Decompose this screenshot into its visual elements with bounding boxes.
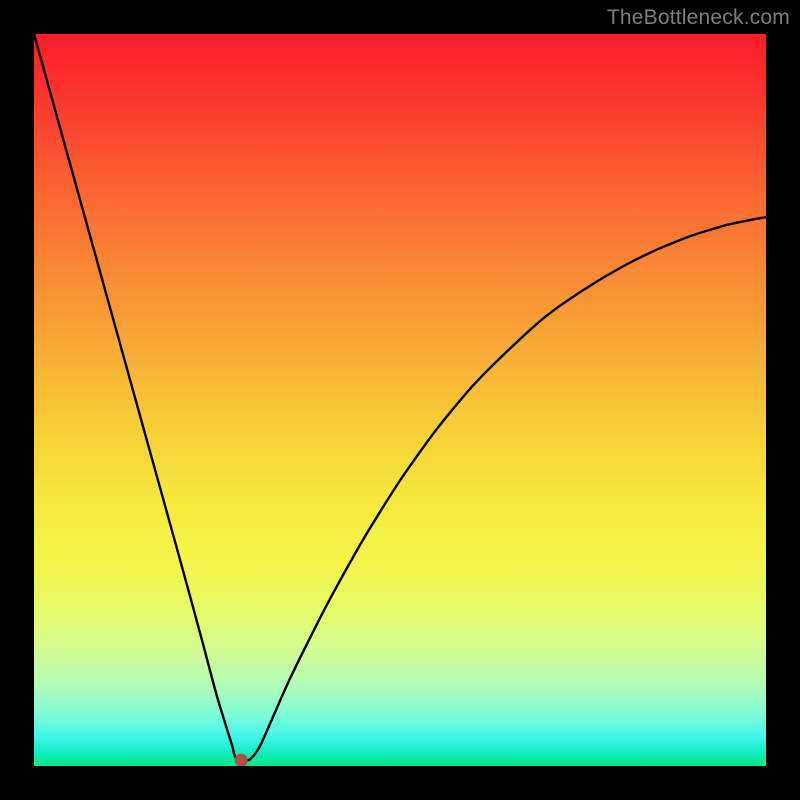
bottleneck-curve [34,34,766,761]
chart-frame: TheBottleneck.com [0,0,800,800]
plot-area [34,34,766,766]
watermark-text: TheBottleneck.com [607,6,790,30]
curve-svg [34,34,766,766]
minimum-marker [235,754,247,766]
